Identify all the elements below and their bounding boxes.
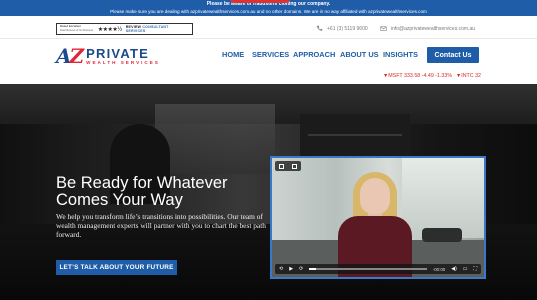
phone-number: +61 (3) 5119 9600 <box>327 25 368 32</box>
forward-icon[interactable]: ⟳ <box>299 266 303 272</box>
phone-icon <box>316 25 323 31</box>
video-presenter <box>360 178 390 214</box>
hero-subtitle: We help you transform life’s transitions… <box>56 212 266 239</box>
review-badge[interactable]: Rated Excellent Read Reviews of Our Busi… <box>56 23 193 35</box>
hero-title: Be Ready for Whatever Comes Your Way <box>56 174 228 209</box>
phone-contact[interactable]: +61 (3) 5119 9600 <box>316 25 368 32</box>
video-time: -00:00 <box>432 266 446 272</box>
nav-approach[interactable]: APPROACH <box>293 50 335 59</box>
talk-future-button[interactable]: LET’S TALK ABOUT YOUR FUTURE <box>56 260 177 275</box>
fullscreen-icon[interactable]: ⛶ <box>473 266 477 272</box>
popout-icon[interactable] <box>292 163 297 169</box>
review-stars: ★★★★½ <box>97 26 123 33</box>
video-progress-bar[interactable] <box>309 268 427 270</box>
review-brand: REVIEW CONSULTANT SERVICES <box>125 25 169 33</box>
logo-mark: AZ <box>56 44 84 68</box>
stock-ticker-msft: ▼MSFT 333.58 -4.49 -1.33% <box>383 73 453 79</box>
email-address: info@azprivatewealthservices.com.au <box>391 25 476 32</box>
nav-about-us[interactable]: ABOUT US <box>340 50 379 59</box>
nav-services[interactable]: SERVICES <box>252 50 289 59</box>
mail-icon <box>380 26 387 31</box>
nav-home[interactable]: HOME <box>222 50 244 59</box>
stock-ticker-intc: ▼INTC 32 <box>456 73 481 79</box>
site-logo[interactable]: AZ PRIVATE WEALTH SERVICES <box>56 44 160 68</box>
fraud-alert-banner: Please be aware of fraudsters cloning ou… <box>0 0 537 16</box>
contact-us-button[interactable]: Contact Us <box>427 47 479 63</box>
logo-tagline: WEALTH SERVICES <box>86 59 160 65</box>
review-badge-label: Rated Excellent Read Reviews of Our Busi… <box>60 24 94 32</box>
play-icon[interactable]: ▶ <box>289 266 293 272</box>
alert-line-2: Please make sure you are dealing with az… <box>110 9 427 14</box>
captions-icon[interactable]: ▭ <box>463 266 468 272</box>
nav-insights[interactable]: INSIGHTS <box>383 50 418 59</box>
hero-section: Be Ready for Whatever Comes Your Way We … <box>0 84 537 300</box>
fullscreen-toggle-icon[interactable] <box>279 163 284 169</box>
video-control-bar: ⟲ ▶ ⟳ -00:00 ◀) ▭ ⛶ <box>275 264 481 274</box>
logo-name: PRIVATE <box>86 45 149 61</box>
email-contact[interactable]: info@azprivatewealthservices.com.au <box>380 25 475 32</box>
site-header: AZ PRIVATE WEALTH SERVICES HOME SERVICES… <box>0 39 537 84</box>
alert-tab <box>230 0 290 3</box>
video-player[interactable]: ⟲ ▶ ⟳ -00:00 ◀) ▭ ⛶ <box>270 156 486 279</box>
replay-icon[interactable]: ⟲ <box>279 266 283 272</box>
volume-icon[interactable]: ◀) <box>451 266 457 272</box>
video-progress-fill <box>309 268 317 270</box>
utility-bar: Rated Excellent Read Reviews of Our Busi… <box>0 16 537 39</box>
video-top-controls <box>275 161 301 171</box>
